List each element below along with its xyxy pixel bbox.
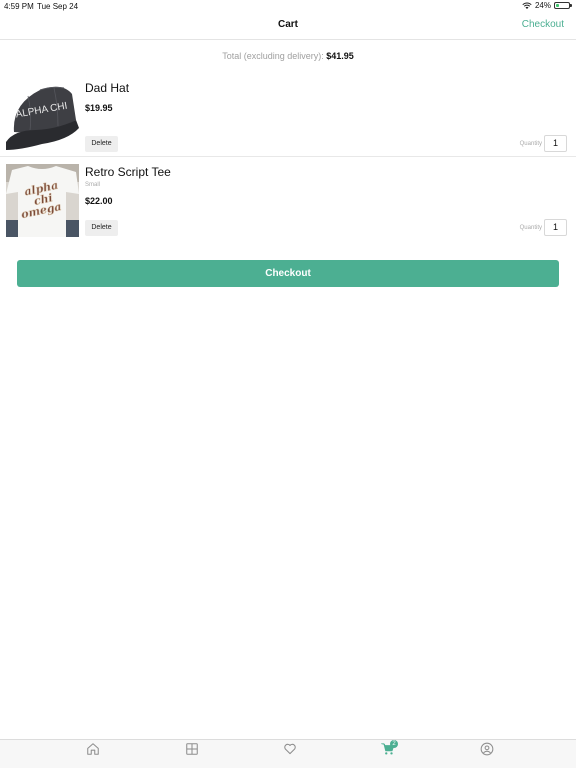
tab-home[interactable]	[86, 742, 100, 756]
tab-account[interactable]	[480, 742, 494, 756]
delete-button-retro-script-tee[interactable]: Delete	[85, 220, 118, 236]
user-icon	[480, 742, 494, 756]
tab-cart[interactable]: 2	[381, 740, 398, 756]
total-label: Total (excluding delivery):	[222, 51, 324, 61]
tab-bar: 2	[0, 739, 576, 768]
battery-icon	[554, 2, 572, 9]
cart-item-dad-hat: ALPHA CHI Dad Hat $19.95 Delete Quantity…	[0, 76, 576, 157]
quantity-input-dad-hat[interactable]: 1	[544, 135, 567, 152]
status-time: 4:59 PM	[4, 2, 34, 11]
nav-bar: Cart Checkout	[0, 12, 576, 40]
page-title: Cart	[277, 19, 298, 30]
quantity-label: Quantity	[519, 141, 542, 147]
battery-percent: 24%	[534, 1, 551, 10]
battery-fill	[556, 4, 559, 7]
grid-icon	[186, 743, 198, 755]
quantity-input-retro-script-tee[interactable]: 1	[544, 219, 567, 236]
item-variant: Small	[85, 182, 101, 188]
checkout-button[interactable]: Checkout	[17, 260, 559, 287]
total-value: $41.95	[326, 51, 354, 61]
tab-wishlist[interactable]	[283, 742, 297, 756]
product-image-retro-script-tee[interactable]: alpha chi omega	[6, 164, 79, 237]
item-name: Dad Hat	[85, 81, 130, 95]
item-name: Retro Script Tee	[85, 165, 171, 179]
cart-item-retro-script-tee: alpha chi omega Retro Script Tee Small $…	[0, 160, 576, 241]
item-price: $19.95	[85, 103, 113, 113]
status-right: 24%	[522, 1, 572, 10]
status-date: Tue Sep 24	[37, 2, 79, 11]
wifi-icon	[522, 2, 532, 9]
home-icon	[87, 743, 99, 755]
status-bar: 4:59 PM Tue Sep 24 24%	[0, 0, 576, 12]
cart-total: Total (excluding delivery): $41.95	[0, 51, 576, 61]
item-price: $22.00	[85, 196, 113, 206]
cart-count-badge: 2	[390, 740, 398, 748]
heart-icon	[284, 743, 296, 755]
nav-checkout-link[interactable]: Checkout	[522, 19, 564, 30]
quantity-label: Quantity	[519, 225, 542, 231]
product-image-dad-hat[interactable]: ALPHA CHI	[6, 80, 79, 153]
tab-catalog[interactable]	[185, 742, 199, 756]
delete-button-dad-hat[interactable]: Delete	[85, 136, 118, 152]
